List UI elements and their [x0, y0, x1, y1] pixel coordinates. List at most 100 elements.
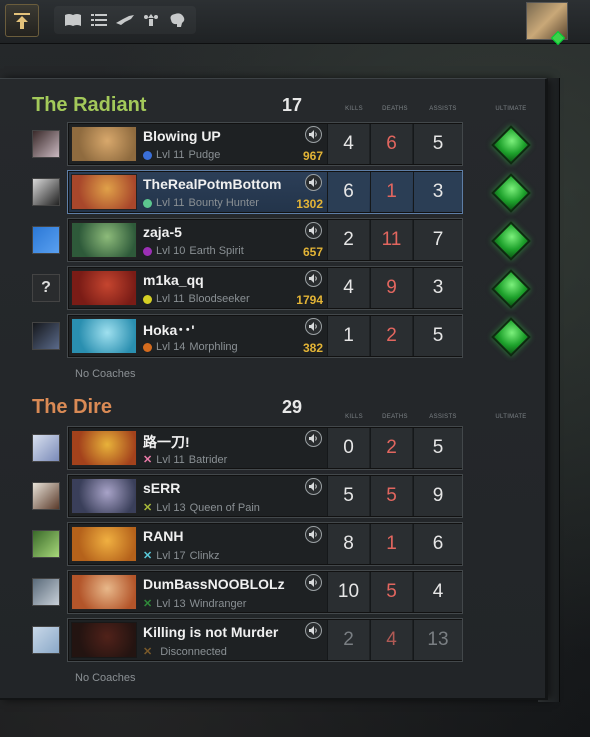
ultimate-ready-icon: [491, 173, 531, 213]
deaths-value: 2: [370, 316, 412, 356]
hero-level: Lvl 13: [156, 597, 186, 610]
speaker-icon: [309, 434, 317, 443]
player-name: sERR: [143, 480, 181, 496]
deaths-value: 5: [370, 572, 412, 612]
dire-assists-header: ASSISTS: [429, 414, 457, 420]
player-name: 路一刀!: [143, 434, 190, 450]
player-card[interactable]: Killing is not Murder ✕ Disconnected 2 4 13: [67, 618, 463, 662]
player-portrait[interactable]: [32, 626, 60, 654]
hero-level: Lvl 11: [156, 453, 185, 466]
player-color-x-icon: ✕: [143, 454, 153, 466]
hero-level: Lvl 11: [156, 293, 185, 305]
kills-value: 1: [327, 316, 369, 356]
hero-name: Batrider: [188, 453, 228, 466]
share-icon[interactable]: [138, 7, 164, 33]
hero-name: Bloodseeker: [188, 293, 250, 305]
player-portrait[interactable]: [32, 434, 60, 462]
assists-value: 5: [413, 316, 462, 356]
player-portrait[interactable]: [32, 226, 60, 254]
deaths-value: 9: [370, 268, 412, 308]
player-row: Killing is not Murder ✕ Disconnected 2 4 13: [0, 618, 548, 662]
player-card[interactable]: sERR ✕ Lvl 13 Queen of Pain 5 5 9: [67, 474, 463, 518]
mute-voice-button[interactable]: [305, 318, 322, 335]
radiant-team-name: The Radiant: [32, 94, 147, 116]
speaker-icon: [309, 322, 317, 331]
deaths-value: 1: [370, 524, 412, 564]
courier-icon[interactable]: [112, 7, 138, 33]
ultimate-ready-icon: [491, 317, 531, 357]
net-worth: 382: [302, 341, 323, 355]
player-portrait[interactable]: ?: [32, 274, 60, 302]
player-card[interactable]: 路一刀! ✕ Lvl 11 Batrider 0 2 5: [67, 426, 463, 470]
assists-value: 3: [413, 172, 462, 212]
net-worth: 657: [302, 245, 323, 259]
player-row: Blowing UP Lvl 11 Pudge 967 4 6 5: [0, 122, 548, 166]
hero-portrait: [71, 478, 137, 514]
speaker-icon: [309, 530, 317, 539]
player-name: RANH: [143, 528, 184, 544]
deaths-value: 1: [370, 172, 412, 212]
player-card[interactable]: DumBassNOOBLOLz ✕ Lvl 13 Windranger 10 5 4: [67, 570, 463, 614]
hero-name: Disconnected: [160, 645, 227, 658]
net-worth: 1794: [296, 293, 323, 307]
hero-level: Lvl 10: [156, 245, 186, 257]
player-name: Blowing UP: [143, 128, 221, 144]
player-card[interactable]: Blowing UP Lvl 11 Pudge 967 4 6 5: [67, 122, 463, 166]
ultimate-ready-icon: [491, 269, 531, 309]
player-card[interactable]: m1ka_qq Lvl 11 Bloodseeker 1794 4 9 3: [67, 266, 463, 310]
assists-value: 5: [413, 124, 462, 164]
kills-value: 4: [327, 124, 369, 164]
assists-value: 4: [413, 572, 462, 612]
ultimate-ready-icon: [491, 221, 531, 261]
mute-voice-button[interactable]: [305, 574, 322, 591]
mute-voice-button[interactable]: [305, 222, 322, 239]
player-card[interactable]: zaja-5 Lvl 10 Earth Spirit 657 2 11 7: [67, 218, 463, 262]
hero-name: Queen of Pain: [189, 501, 260, 514]
player-name: Killing is not Murder: [143, 624, 279, 640]
net-worth: 967: [302, 149, 323, 163]
kills-value: 0: [327, 428, 369, 468]
hero-line: ✕ Lvl 17 Clinkz: [143, 549, 220, 563]
kills-value: 10: [327, 572, 369, 612]
player-color-x-icon: ✕: [143, 646, 153, 658]
radiant-deaths-header: DEATHS: [382, 106, 408, 112]
book-icon[interactable]: [60, 7, 86, 33]
player-portrait[interactable]: [32, 578, 60, 606]
player-portrait[interactable]: [32, 530, 60, 558]
assists-value: 3: [413, 268, 462, 308]
mute-voice-button[interactable]: [305, 622, 322, 639]
brain-icon[interactable]: [164, 7, 190, 33]
speaker-icon: [309, 578, 317, 587]
hero-portrait: [71, 222, 137, 258]
assists-value: 5: [413, 428, 462, 468]
mute-voice-button[interactable]: [305, 270, 322, 287]
top-icon-group: [54, 6, 196, 34]
hero-portrait: [71, 318, 137, 354]
mute-voice-button[interactable]: [305, 526, 322, 543]
dire-deaths-header: DEATHS: [382, 414, 408, 420]
dire-team-name: The Dire: [32, 396, 113, 418]
up-arrow-icon: [14, 12, 30, 29]
player-color-dot-icon: [143, 294, 152, 304]
hero-name: Morphling: [189, 341, 238, 353]
mute-voice-button[interactable]: [305, 126, 322, 143]
hero-name: Earth Spirit: [189, 245, 244, 257]
mute-voice-button[interactable]: [305, 174, 322, 191]
list-icon[interactable]: [86, 7, 112, 33]
player-portrait[interactable]: [32, 178, 60, 206]
hero-name: Windranger: [189, 597, 247, 610]
player-portrait[interactable]: [32, 322, 60, 350]
hero-name: Clinkz: [189, 549, 220, 562]
player-card[interactable]: RANH ✕ Lvl 17 Clinkz 8 1 6: [67, 522, 463, 566]
dashboard-button[interactable]: [5, 4, 39, 37]
mute-voice-button[interactable]: [305, 478, 322, 495]
player-portrait[interactable]: [32, 130, 60, 158]
player-portrait[interactable]: [32, 482, 60, 510]
mute-voice-button[interactable]: [305, 430, 322, 447]
player-card[interactable]: Hoka･･' Lvl 14 Morphling 382 1 2 5: [67, 314, 463, 358]
player-row: sERR ✕ Lvl 13 Queen of Pain 5 5 9: [0, 474, 548, 518]
speaker-icon: [309, 274, 317, 283]
hero-line: Lvl 10 Earth Spirit: [143, 245, 244, 257]
player-row: Hoka･･' Lvl 14 Morphling 382 1 2 5: [0, 314, 548, 358]
player-card[interactable]: TheRealPotmBottom Lvl 11 Bounty Hunter 1302…: [67, 170, 463, 214]
